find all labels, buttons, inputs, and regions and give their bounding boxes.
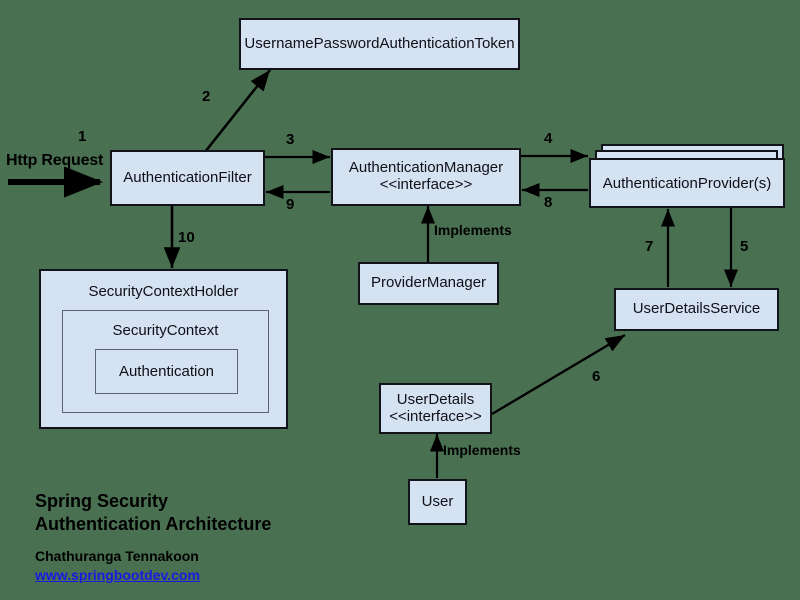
label-step-6: 6	[592, 368, 601, 385]
node-label: AuthenticationFilter	[123, 168, 252, 186]
node-user-details-service[interactable]: UserDetailsService	[614, 288, 779, 331]
node-authentication-provider[interactable]: AuthenticationProvider(s)	[589, 158, 785, 208]
node-label-line1: UserDetails	[396, 390, 475, 408]
edge-2	[203, 69, 272, 153]
caption-title-line2: Authentication Architecture	[35, 513, 272, 534]
caption-block: Spring Security Authentication Architect…	[35, 490, 271, 583]
label-step-8: 8	[544, 194, 553, 211]
node-label: ProviderManager	[370, 274, 487, 292]
node-authentication-manager[interactable]: AuthenticationManager <<interface>>	[331, 148, 521, 206]
node-label: User	[421, 492, 454, 510]
label-step-9: 9	[286, 196, 295, 213]
caption-title-line1: Spring Security	[35, 491, 169, 511]
node-label-line2: <<interface>>	[389, 407, 482, 425]
caption-author: Chathuranga Tennakoon	[35, 548, 199, 564]
node-label: AuthenticationProvider(s)	[602, 174, 772, 192]
node-username-password-authentication-token[interactable]: UsernamePasswordAuthenticationToken	[239, 18, 520, 70]
node-authentication[interactable]: Authentication	[95, 349, 238, 394]
label-step-2: 2	[202, 88, 211, 105]
label-step-4: 4	[544, 130, 553, 147]
node-label: UsernamePasswordAuthenticationToken	[244, 34, 515, 52]
security-context-holder-label: SecurityContextHolder	[88, 283, 239, 300]
node-security-context[interactable]: SecurityContext Authentication	[62, 310, 269, 413]
diagram-canvas: UsernamePasswordAuthenticationToken Auth…	[0, 0, 800, 600]
node-security-context-holder[interactable]: SecurityContextHolder SecurityContext Au…	[39, 269, 288, 429]
node-provider-manager[interactable]: ProviderManager	[358, 262, 499, 305]
edge-6	[491, 333, 626, 416]
security-context-label: SecurityContext	[112, 322, 219, 339]
label-step-3: 3	[286, 131, 295, 148]
node-label-line2: <<interface>>	[379, 176, 473, 193]
label-step-1: 1	[78, 128, 87, 145]
node-authentication-provider-stack[interactable]: AuthenticationProvider(s)	[589, 144, 795, 210]
label-step-5: 5	[740, 238, 749, 255]
node-user-details[interactable]: UserDetails <<interface>>	[379, 383, 492, 434]
node-authentication-filter[interactable]: AuthenticationFilter	[110, 150, 265, 206]
label-implements-user: Implements	[443, 442, 521, 458]
label-http-request: Http Request	[6, 152, 104, 169]
label-step-7: 7	[645, 238, 654, 255]
caption-website-link[interactable]: www.springbootdev.com	[35, 567, 271, 583]
node-label: UserDetailsService	[632, 300, 761, 318]
node-user[interactable]: User	[408, 479, 467, 525]
node-label: Authentication	[118, 363, 215, 380]
node-label-line1: AuthenticationManager	[348, 159, 504, 177]
label-implements-provider-manager: Implements	[434, 222, 512, 238]
label-step-10: 10	[178, 229, 195, 246]
